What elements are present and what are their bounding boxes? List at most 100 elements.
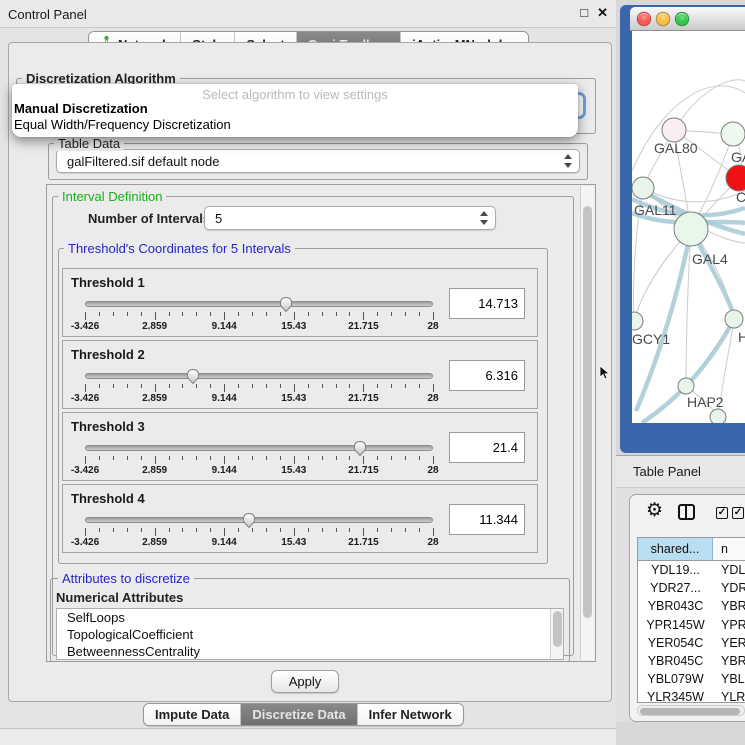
network-node-c[interactable]: [726, 165, 745, 191]
slider-tick: [99, 384, 100, 388]
threshold-slider[interactable]: -3.4262.8599.14415.4321.71528: [85, 296, 433, 334]
cell-name[interactable]: YBR0: [713, 652, 745, 670]
cell-shared-name[interactable]: YPR145W: [638, 616, 713, 634]
network-canvas[interactable]: GAL80GACGAL11GAL4GCY1HHAP2: [632, 31, 745, 423]
attribute-item-topologicalcoefficient[interactable]: TopologicalCoefficient: [57, 626, 563, 643]
threshold-value-field[interactable]: [449, 360, 525, 391]
threshold-slider[interactable]: -3.4262.8599.14415.4321.71528: [85, 440, 433, 478]
threshold-value-field[interactable]: [449, 504, 525, 535]
slider-tick: [419, 456, 420, 460]
column-header-shared[interactable]: shared...: [638, 538, 713, 560]
network-node-gcy1[interactable]: [632, 312, 643, 330]
network-node-gal80[interactable]: [662, 118, 686, 142]
tab-label: Discretize Data: [252, 707, 345, 722]
threshold-value-field[interactable]: [449, 432, 525, 463]
cell-shared-name[interactable]: YER054C: [638, 634, 713, 652]
slider-tick-label: -3.426: [71, 321, 99, 332]
column-header-name[interactable]: n: [713, 538, 745, 560]
gear-icon[interactable]: ⚙: [646, 501, 663, 521]
algorithm-option-manual-discretization[interactable]: Manual Discretization: [12, 101, 578, 117]
thresholds-group-title: Threshold's Coordinates for 5 Intervals: [64, 241, 295, 256]
attribute-item-betweennesscentrality[interactable]: BetweennessCentrality: [57, 643, 563, 660]
close-traffic-light[interactable]: [637, 12, 651, 26]
slider-tick: [196, 528, 197, 532]
cell-name[interactable]: YDR2: [713, 579, 745, 597]
slider-thumb[interactable]: [278, 295, 294, 313]
numerical-attributes-list[interactable]: SelfLoopsTopologicalCoefficientBetweenne…: [56, 608, 564, 660]
cell-name[interactable]: YER0: [713, 634, 745, 652]
attribute-item-selfloops[interactable]: SelfLoops: [57, 609, 563, 626]
slider-thumb[interactable]: [185, 367, 201, 385]
float-window-icon[interactable]: □: [580, 5, 588, 21]
algorithm-option-equal-width-frequency-discretization[interactable]: Equal Width/Frequency Discretization: [12, 117, 578, 133]
mouse-cursor: [599, 365, 611, 381]
network-node-label: GCY1: [632, 331, 670, 347]
threshold-slider[interactable]: -3.4262.8599.14415.4321.71528: [85, 512, 433, 550]
network-node-gal11[interactable]: [632, 177, 654, 199]
main-scrollbar-thumb[interactable]: [583, 206, 592, 618]
slider-thumb[interactable]: [241, 511, 257, 529]
cell-shared-name[interactable]: YBR045C: [638, 652, 713, 670]
threshold-slider[interactable]: -3.4262.8599.14415.4321.71528: [85, 368, 433, 406]
cell-name[interactable]: YBL0: [713, 670, 745, 688]
minimize-traffic-light[interactable]: [656, 12, 670, 26]
slider-tick: [405, 456, 406, 460]
table-row[interactable]: YPR145WYPR1: [638, 616, 745, 634]
slider-track[interactable]: [85, 301, 433, 307]
table-row[interactable]: YBR043CYBR0: [638, 597, 745, 615]
checkbox-icon[interactable]: ✓: [716, 507, 728, 519]
cell-shared-name[interactable]: YLR345W: [638, 688, 713, 703]
threshold-value-field[interactable]: [449, 288, 525, 319]
table-hscrollbar-thumb[interactable]: [640, 708, 740, 715]
apply-button[interactable]: Apply: [271, 670, 339, 693]
network-node[interactable]: [710, 409, 726, 423]
close-icon[interactable]: ✕: [597, 5, 608, 21]
attributes-scrollbar-thumb[interactable]: [553, 611, 562, 647]
zoom-traffic-light[interactable]: [675, 12, 689, 26]
table-horizontal-scrollbar[interactable]: [637, 705, 745, 716]
table-row[interactable]: YDL19...YDL1: [638, 561, 745, 579]
table-data-combobox[interactable]: galFiltered.sif default node: [56, 149, 580, 173]
table-row[interactable]: YBR045CYBR0: [638, 652, 745, 670]
slider-track[interactable]: [85, 373, 433, 379]
network-node-hap2[interactable]: [678, 378, 694, 394]
numerical-attributes-label: Numerical Attributes: [56, 590, 183, 605]
node-table[interactable]: shared... n YDL19...YDL1YDR27...YDR2YBR0…: [637, 537, 745, 703]
slider-tick-label: 28: [427, 393, 438, 404]
cell-name[interactable]: YLR3: [713, 688, 745, 703]
tab-impute-data[interactable]: Impute Data: [144, 704, 241, 725]
network-node-ga[interactable]: [721, 122, 745, 146]
cell-name[interactable]: YDL1: [713, 561, 745, 579]
attributes-list-scrollbar[interactable]: [550, 609, 563, 659]
cell-shared-name[interactable]: YDL19...: [638, 561, 713, 579]
table-row[interactable]: YLR345WYLR3: [638, 688, 745, 703]
main-vertical-scrollbar[interactable]: [580, 186, 594, 660]
slider-tick-label: 9.144: [212, 321, 237, 332]
cell-shared-name[interactable]: YBR043C: [638, 597, 713, 615]
network-window-titlebar[interactable]: [630, 7, 745, 31]
cell-name[interactable]: YPR1: [713, 616, 745, 634]
cell-shared-name[interactable]: YBL079W: [638, 670, 713, 688]
slider-tick: [155, 312, 156, 320]
slider-tick: [363, 384, 364, 392]
tab-infer-network[interactable]: Infer Network: [358, 704, 463, 725]
network-graph[interactable]: GAL80GACGAL11GAL4GCY1HHAP2: [632, 31, 745, 423]
table-row[interactable]: YDR27...YDR2: [638, 579, 745, 597]
slider-tick-label: 21.715: [348, 321, 379, 332]
cell-shared-name[interactable]: YDR27...: [638, 579, 713, 597]
slider-track[interactable]: [85, 445, 433, 451]
table-row[interactable]: YER054CYER0: [638, 634, 745, 652]
slider-tick: [113, 384, 114, 388]
slider-thumb[interactable]: [352, 439, 368, 457]
tab-discretize-data[interactable]: Discretize Data: [241, 704, 357, 725]
network-node-gal4[interactable]: [674, 212, 708, 246]
number-of-intervals-combobox[interactable]: 5: [204, 206, 496, 230]
slider-tick-label: 2.859: [142, 321, 167, 332]
slider-track[interactable]: [85, 517, 433, 523]
network-node-h[interactable]: [725, 310, 743, 328]
split-view-icon[interactable]: [678, 504, 695, 520]
table-row[interactable]: YBL079WYBL0: [638, 670, 745, 688]
cell-name[interactable]: YBR0: [713, 597, 745, 615]
network-view-window: GAL80GACGAL11GAL4GCY1HHAP2: [620, 5, 745, 453]
checkbox-icon[interactable]: ✓: [732, 507, 744, 519]
